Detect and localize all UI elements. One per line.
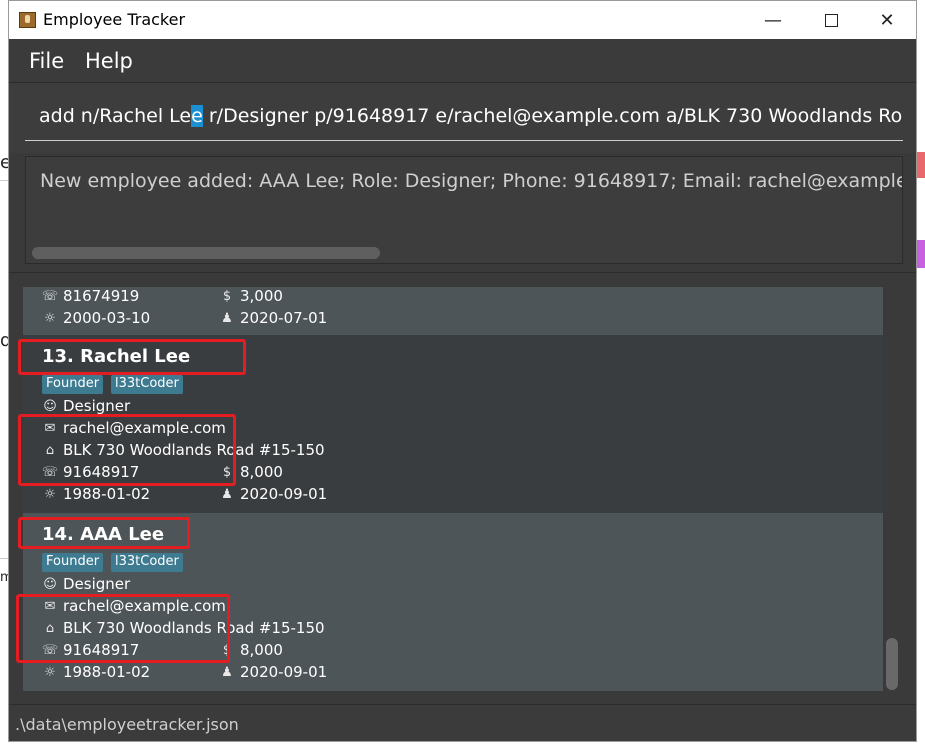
app-window: Employee Tracker — ✕ File Help add n/Rac… <box>8 0 917 742</box>
highlight-box <box>18 414 236 486</box>
join-date-row: ♟ 2020-09-01 <box>219 485 327 503</box>
command-text: add n/Rachel Le <box>39 105 192 127</box>
highlight-box <box>18 517 190 549</box>
menu-bar: File Help <box>9 39 916 83</box>
maximize-icon <box>824 13 838 27</box>
person-icon: ♟ <box>221 664 233 680</box>
birthday-value: 1988-01-02 <box>63 485 151 503</box>
app-icon <box>19 12 36 28</box>
minimize-button[interactable]: — <box>744 1 802 39</box>
command-text: r/Designer p/91648917 e/rachel@example.c… <box>202 105 903 127</box>
window-title: Employee Tracker <box>43 10 186 29</box>
role-row: ☺ Designer <box>42 575 130 593</box>
person-icon: ♟ <box>221 486 233 502</box>
tag-badge: Founder <box>42 375 104 394</box>
join-date-row: ♟ 2020-07-01 <box>219 309 327 327</box>
dollar-icon: $ <box>222 288 232 304</box>
join-date-value: 2020-09-01 <box>240 485 328 503</box>
command-selection: e <box>191 105 203 127</box>
cake-icon: ☼ <box>44 486 56 502</box>
birthday-row: ☼ 1988-01-02 <box>42 663 150 681</box>
horizontal-scrollbar[interactable] <box>32 247 380 259</box>
salary-value: 3,000 <box>240 287 283 305</box>
command-box: add n/Rachel Lee r/Designer p/91648917 e… <box>9 83 916 153</box>
menu-help[interactable]: Help <box>85 49 133 73</box>
status-bar: .\data\employeetracker.json <box>9 704 916 741</box>
employee-card[interactable]: ☏ 81674919 $ 3,000 ☼ 2000-03-10 ♟ 2020-0… <box>23 287 883 335</box>
close-icon: ✕ <box>879 9 895 31</box>
phone-row: ☏ 81674919 <box>42 287 139 305</box>
highlight-box <box>18 339 246 375</box>
tag-badge: Founder <box>42 553 104 572</box>
command-input[interactable]: add n/Rachel Lee r/Designer p/91648917 e… <box>25 97 903 141</box>
phone-value: 81674919 <box>63 287 140 305</box>
join-date-row: ♟ 2020-09-01 <box>219 663 327 681</box>
salary-value: 8,000 <box>240 641 283 659</box>
role-icon: ☺ <box>43 576 57 592</box>
phone-icon: ☏ <box>41 288 59 304</box>
role-row: ☺ Designer <box>42 397 130 415</box>
background-window-edge <box>917 240 925 268</box>
menu-file[interactable]: File <box>29 49 64 73</box>
birthday-value: 1988-01-02 <box>63 663 151 681</box>
person-icon: ♟ <box>221 310 233 326</box>
close-button[interactable]: ✕ <box>858 1 916 39</box>
highlight-box <box>16 594 230 663</box>
title-bar[interactable]: Employee Tracker — ✕ <box>9 1 916 39</box>
role-icon: ☺ <box>43 398 57 414</box>
minimize-icon: — <box>764 9 782 31</box>
role-value: Designer <box>63 575 131 593</box>
birthday-value: 2000-03-10 <box>63 309 151 327</box>
maximize-button[interactable] <box>802 1 860 39</box>
save-location: .\data\employeetracker.json <box>15 715 239 734</box>
background-window-edge <box>917 152 925 178</box>
join-date-value: 2020-09-01 <box>240 663 328 681</box>
result-display[interactable]: New employee added: AAA Lee; Role: Desig… <box>25 156 903 264</box>
result-message: New employee added: AAA Lee; Role: Desig… <box>40 170 902 192</box>
cake-icon: ☼ <box>44 664 56 680</box>
birthday-row: ☼ 2000-03-10 <box>42 309 150 327</box>
salary-row: $ 3,000 <box>219 287 283 305</box>
join-date-value: 2020-07-01 <box>240 309 328 327</box>
birthday-row: ☼ 1988-01-02 <box>42 485 150 503</box>
tag-badge: l33tCoder <box>111 375 183 394</box>
vertical-scrollbar[interactable] <box>886 638 898 690</box>
role-value: Designer <box>63 397 131 415</box>
cake-icon: ☼ <box>44 310 56 326</box>
salary-value: 8,000 <box>240 463 283 481</box>
tag-badge: l33tCoder <box>111 553 183 572</box>
